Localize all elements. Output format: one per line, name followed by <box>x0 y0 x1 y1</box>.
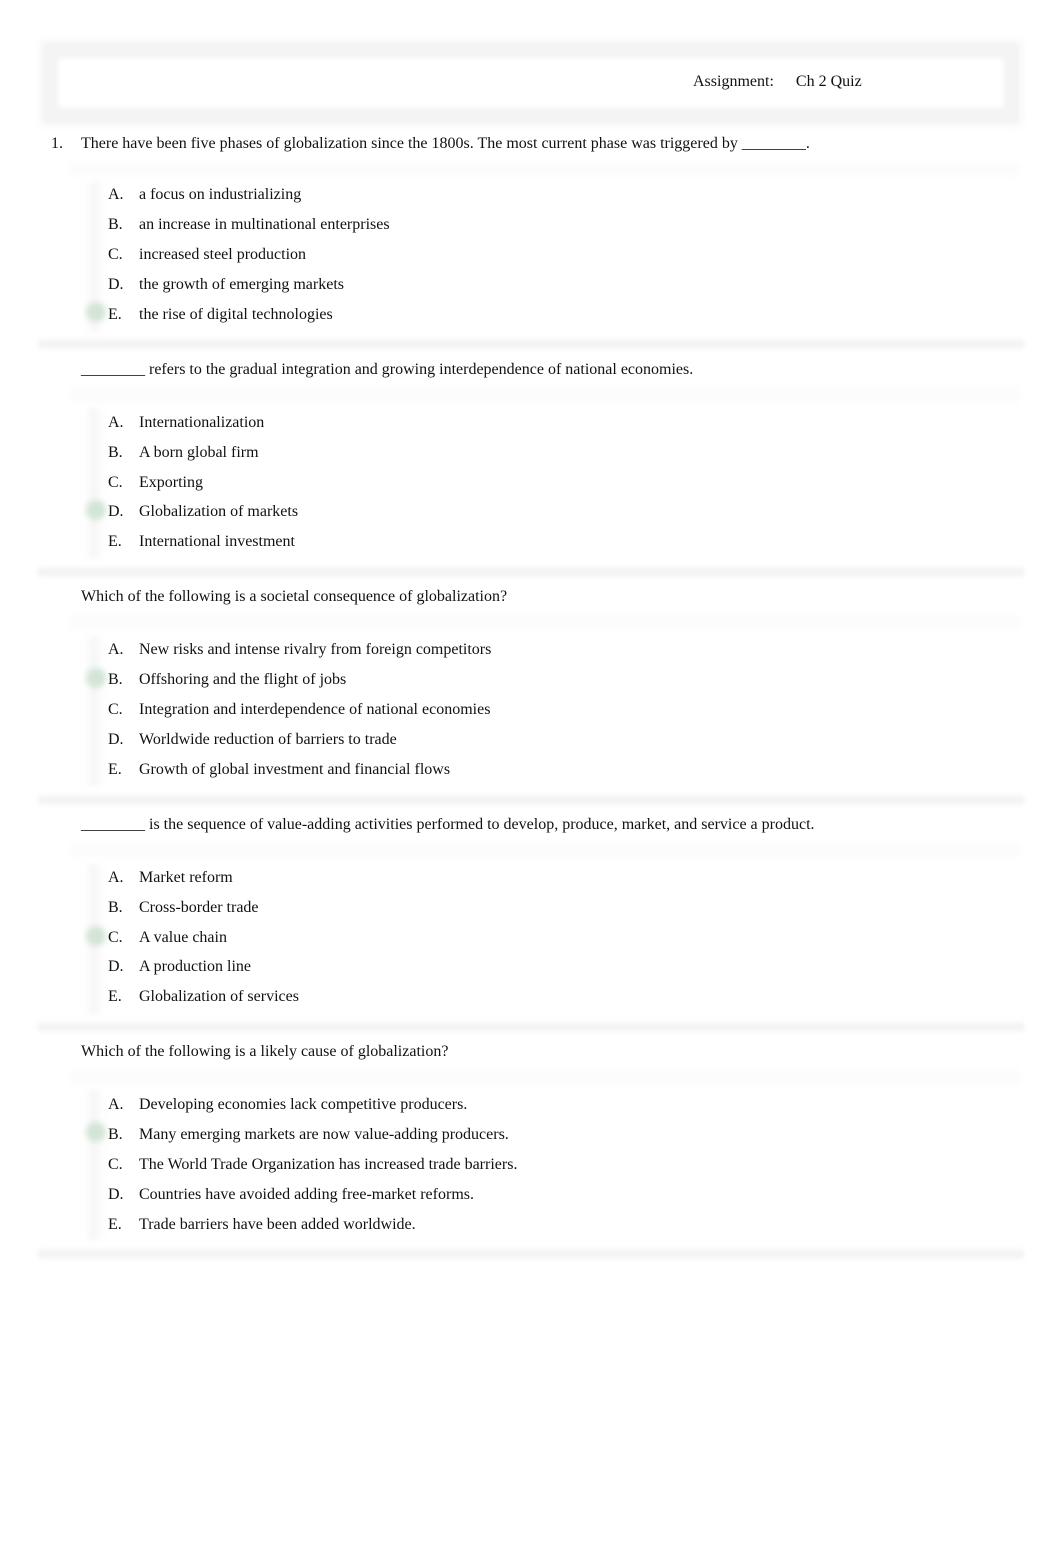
option-letter: C. <box>108 929 123 946</box>
option-letter: B. <box>108 216 123 233</box>
question-text: ________ is the sequence of value-adding… <box>81 816 815 833</box>
option-text: A value chain <box>139 929 227 946</box>
option-text: Globalization of markets <box>139 503 299 520</box>
question-text: Which of the following is a societal con… <box>81 588 508 605</box>
option-letter: B. <box>108 671 123 688</box>
option-text: Integration and interdependence of natio… <box>139 701 491 718</box>
option-text: A born global firm <box>139 444 259 461</box>
option-letter: C. <box>108 701 123 718</box>
option-text: Growth of global investment and financia… <box>139 761 451 778</box>
correct-answer-check-icon <box>86 668 106 688</box>
question-text: Which of the following is a likely cause… <box>81 1043 449 1060</box>
question-underband <box>70 158 1020 180</box>
correct-answer-check-icon <box>86 500 106 520</box>
option-text: the rise of digital technologies <box>139 306 333 323</box>
question-divider <box>38 337 1024 351</box>
option-letter: C. <box>108 246 123 263</box>
option-letter: E. <box>108 306 122 323</box>
answer-gutter <box>84 408 104 558</box>
option-letter: E. <box>108 761 122 778</box>
option-text: International investment <box>139 533 295 550</box>
question-number: 1. <box>51 135 63 152</box>
question-underband <box>70 839 1020 861</box>
option-text: Exporting <box>139 474 203 491</box>
option-text: A production line <box>139 958 251 975</box>
option-letter: B. <box>108 1126 123 1143</box>
option-text: Offshoring and the flight of jobs <box>139 671 347 688</box>
answer-gutter <box>84 636 104 786</box>
option-letter: C. <box>108 1156 123 1173</box>
option-text: Many emerging markets are now value-addi… <box>139 1126 509 1143</box>
answer-gutter <box>84 1090 104 1240</box>
question-underband <box>70 384 1020 406</box>
question-divider <box>38 793 1024 807</box>
option-letter: E. <box>108 1216 122 1233</box>
assignment-label: Assignment: <box>693 73 774 90</box>
question-underband <box>70 611 1020 633</box>
option-text: Developing economies lack competitive pr… <box>139 1096 468 1113</box>
correct-answer-check-icon <box>86 302 106 322</box>
question-divider <box>38 1020 1024 1034</box>
question-divider <box>38 565 1024 579</box>
option-text: Cross-border trade <box>139 899 259 916</box>
option-text: increased steel production <box>139 246 307 263</box>
option-letter: A. <box>108 414 124 431</box>
question-text: There have been five phases of globaliza… <box>81 135 810 152</box>
option-text: The World Trade Organization has increas… <box>139 1156 518 1173</box>
option-letter: B. <box>108 444 123 461</box>
option-letter: E. <box>108 988 122 1005</box>
option-text: a focus on industrializing <box>139 186 302 203</box>
option-text: Globalization of services <box>139 988 299 1005</box>
correct-answer-check-icon <box>86 1122 106 1142</box>
option-letter: D. <box>108 276 124 293</box>
header-box <box>44 44 1018 122</box>
option-letter: D. <box>108 503 124 520</box>
option-text: the growth of emerging markets <box>139 276 344 293</box>
assignment-value: Ch 2 Quiz <box>795 73 862 90</box>
question-underband <box>70 1066 1020 1088</box>
assignment-header: Assignment: Ch 2 Quiz <box>693 73 862 91</box>
option-letter: A. <box>108 869 124 886</box>
option-letter: D. <box>108 731 124 748</box>
option-text: Market reform <box>139 869 233 886</box>
option-text: Internationalization <box>139 414 265 431</box>
option-letter: B. <box>108 899 123 916</box>
option-letter: E. <box>108 533 122 550</box>
option-text: Trade barriers have been added worldwide… <box>139 1216 416 1233</box>
question-text: ________ refers to the gradual integrati… <box>81 361 694 378</box>
option-letter: D. <box>108 958 124 975</box>
option-letter: A. <box>108 186 124 203</box>
option-letter: A. <box>108 641 124 658</box>
correct-answer-check-icon <box>86 926 106 946</box>
question-divider <box>38 1247 1024 1261</box>
option-text: Worldwide reduction of barriers to trade <box>139 731 397 748</box>
option-text: Countries have avoided adding free-marke… <box>139 1186 474 1203</box>
option-text: New risks and intense rivalry from forei… <box>139 641 492 658</box>
option-letter: D. <box>108 1186 124 1203</box>
option-text: an increase in multinational enterprises <box>139 216 390 233</box>
option-letter: A. <box>108 1096 124 1113</box>
option-letter: C. <box>108 474 123 491</box>
